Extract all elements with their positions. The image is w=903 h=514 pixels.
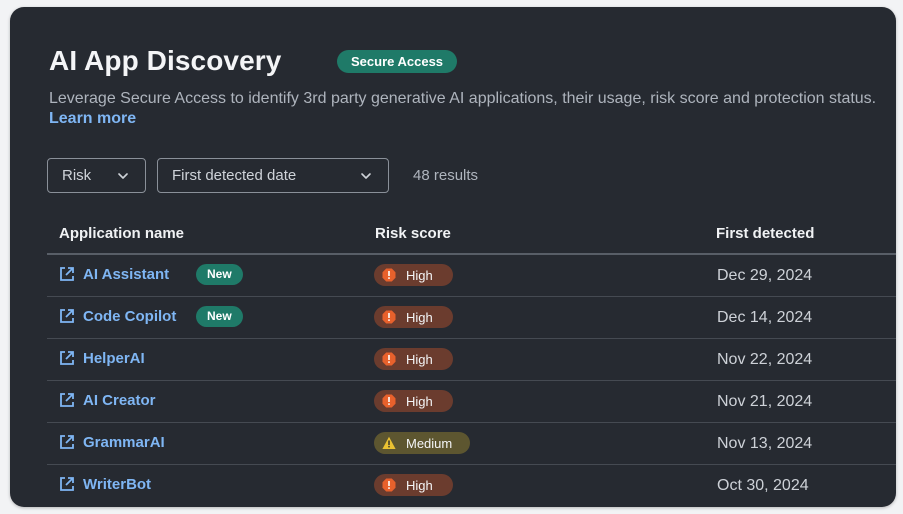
alert-octagon-icon: [382, 268, 396, 282]
risk-label: High: [406, 267, 433, 283]
learn-more-link[interactable]: Learn more: [49, 110, 136, 127]
column-header-application-name[interactable]: Application name: [59, 225, 184, 242]
table-row: GrammarAI Medium Nov 13, 2024: [47, 423, 896, 465]
external-link-icon: [60, 435, 74, 449]
table-row: WriterBot High Oct 30, 2024: [47, 465, 896, 507]
table-row: AI Creator High Nov 21, 2024: [47, 381, 896, 423]
table-row: Code Copilot New High Dec 14, 2024: [47, 297, 896, 339]
risk-badge: Medium: [374, 432, 470, 454]
risk-badge: High: [374, 348, 453, 370]
external-link-icon: [60, 477, 74, 491]
risk-filter-dropdown[interactable]: Risk: [47, 158, 146, 193]
app-link[interactable]: HelperAI: [58, 349, 145, 367]
column-header-first-detected[interactable]: First detected: [716, 225, 814, 242]
warning-triangle-icon: [382, 436, 396, 449]
column-header-risk-score[interactable]: Risk score: [375, 225, 451, 242]
app-link[interactable]: AI Creator: [58, 391, 156, 409]
page-title: AI App Discovery: [49, 45, 282, 76]
new-badge: New: [196, 264, 243, 285]
results-count: 48 results: [413, 167, 479, 184]
risk-filter-label: Risk: [62, 167, 92, 184]
table-row: AI Assistant New High Dec 29, 2024: [47, 255, 896, 297]
risk-badge: High: [374, 390, 453, 412]
app-name: AI Creator: [83, 391, 156, 409]
chevron-down-icon: [361, 173, 371, 179]
external-link-icon: [60, 309, 74, 323]
app-link[interactable]: GrammarAI: [58, 433, 165, 451]
secure-access-badge: Secure Access: [337, 50, 458, 73]
table-header: Application name Risk score First detect…: [47, 218, 896, 255]
risk-label: High: [406, 309, 433, 325]
alert-octagon-icon: [382, 394, 396, 408]
first-detected-date: Dec 14, 2024: [717, 309, 813, 326]
risk-badge: High: [374, 306, 453, 328]
app-link[interactable]: Code Copilot: [58, 307, 176, 325]
first-detected-date: Dec 29, 2024: [717, 267, 813, 284]
app-name: HelperAI: [83, 349, 145, 367]
table-row: HelperAI High Nov 22, 2024: [47, 339, 896, 381]
app-link[interactable]: WriterBot: [58, 475, 151, 493]
risk-label: High: [406, 351, 433, 367]
new-badge: New: [196, 306, 243, 327]
external-link-icon: [60, 267, 74, 281]
app-name: WriterBot: [83, 475, 152, 493]
risk-label: High: [406, 393, 433, 409]
risk-label: High: [406, 477, 433, 493]
page-description: Leverage Secure Access to identify 3rd p…: [49, 89, 879, 129]
date-filter-label: First detected date: [172, 167, 297, 184]
risk-badge: High: [374, 474, 453, 496]
first-detected-date: Oct 30, 2024: [717, 477, 809, 494]
app-name: GrammarAI: [83, 433, 165, 451]
external-link-icon: [60, 393, 74, 407]
first-detected-date: Nov 22, 2024: [717, 351, 813, 368]
ai-app-discovery-card: AI App Discovery Secure Access Leverage …: [10, 7, 896, 507]
first-detected-date-filter-dropdown[interactable]: First detected date: [157, 158, 389, 193]
alert-octagon-icon: [382, 478, 396, 492]
app-link[interactable]: AI Assistant: [58, 265, 169, 283]
chevron-down-icon: [118, 173, 128, 179]
risk-label: Medium: [406, 435, 453, 451]
first-detected-date: Nov 13, 2024: [717, 435, 813, 452]
alert-octagon-icon: [382, 352, 396, 366]
app-name: AI Assistant: [83, 265, 170, 283]
first-detected-date: Nov 21, 2024: [717, 393, 813, 410]
risk-badge: High: [374, 264, 453, 286]
external-link-icon: [60, 351, 74, 365]
alert-octagon-icon: [382, 310, 396, 324]
app-name: Code Copilot: [83, 307, 177, 325]
description-text: Leverage Secure Access to identify 3rd p…: [49, 90, 877, 107]
